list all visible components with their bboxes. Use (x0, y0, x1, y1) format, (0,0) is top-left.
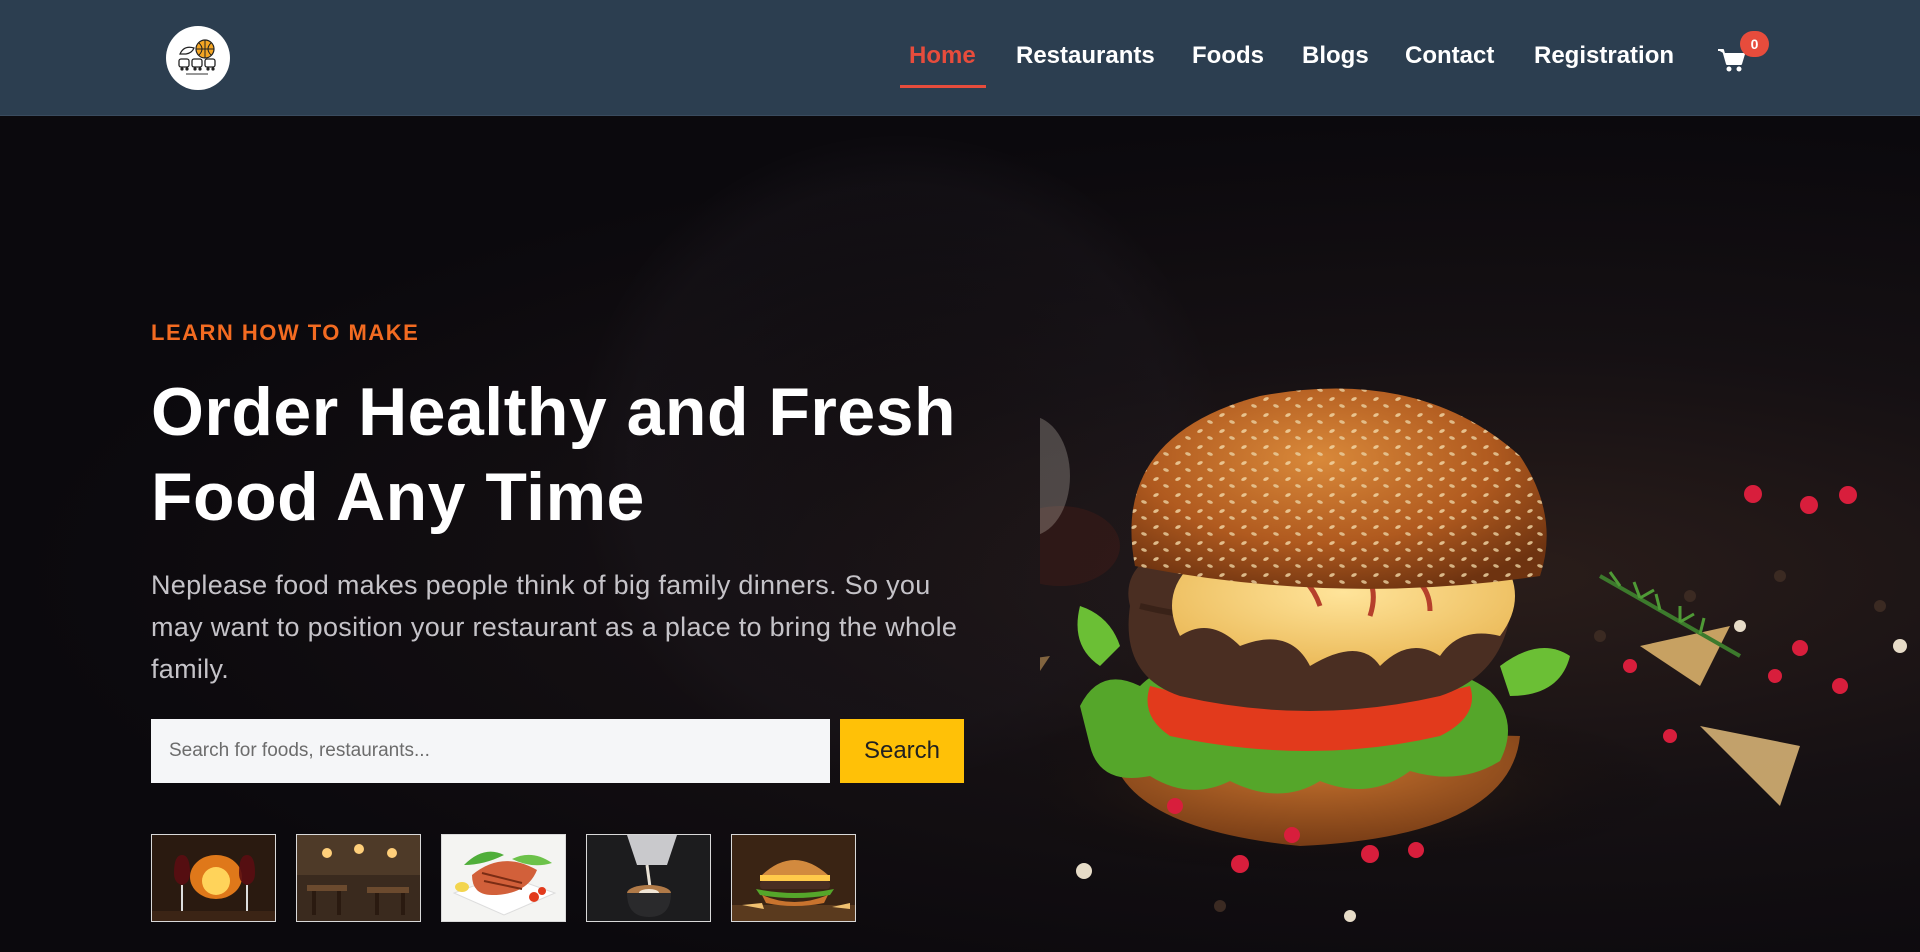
burger-image (732, 835, 855, 921)
nav-foods[interactable]: Foods (1192, 40, 1264, 72)
hero-section: LEARN HOW TO MAKE Order Healthy and Fres… (0, 116, 1920, 952)
logo-icon (178, 39, 216, 75)
burger-hero-image (1040, 388, 1907, 922)
hero-title: Order Healthy and Fresh Food Any Time (151, 370, 1011, 540)
search-input[interactable] (151, 719, 830, 783)
hero-eyebrow: LEARN HOW TO MAKE (151, 320, 420, 345)
thumbnail-3[interactable] (441, 834, 566, 922)
thumbnail-5[interactable] (731, 834, 856, 922)
search-button[interactable]: Search (840, 719, 964, 783)
wine-fireplace-image (152, 835, 275, 921)
latte-pour-image (587, 835, 710, 921)
nav-active-underline (900, 85, 986, 88)
thumbnail-1[interactable] (151, 834, 276, 922)
hero-title-line2: Food Any Time (151, 459, 645, 535)
site-logo[interactable] (166, 26, 230, 90)
hero-title-line1: Order Healthy and Fresh (151, 374, 957, 450)
restaurant-interior-image (297, 835, 420, 921)
thumbnail-2[interactable] (296, 834, 421, 922)
nav-home[interactable]: Home (909, 40, 976, 72)
thumbnail-4[interactable] (586, 834, 711, 922)
nav-restaurants[interactable]: Restaurants (1016, 40, 1155, 72)
nav-blogs[interactable]: Blogs (1302, 40, 1369, 72)
nav-contact[interactable]: Contact (1405, 40, 1494, 72)
site-header: Home Restaurants Foods Blogs Contact Reg… (0, 0, 1920, 116)
nav-registration[interactable]: Registration (1534, 40, 1674, 72)
hero-subtitle: Neplease food makes people think of big … (151, 570, 958, 684)
cart-count-badge: 0 (1740, 31, 1769, 57)
grilled-salmon-image (442, 835, 565, 921)
